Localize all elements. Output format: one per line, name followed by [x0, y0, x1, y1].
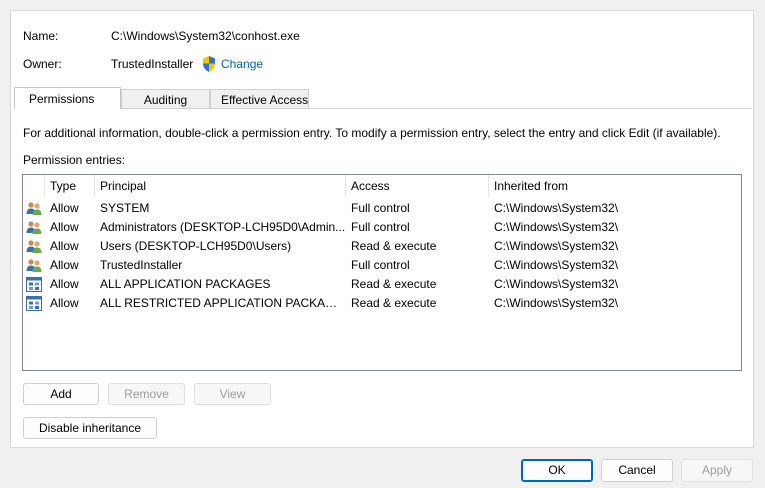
inherited-from-cell: C:\Windows\System32\: [494, 239, 619, 253]
permission-entries-label: Permission entries:: [23, 153, 126, 167]
name-label: Name:: [23, 29, 59, 43]
access-cell: Full control: [351, 258, 410, 272]
tab-effective-access[interactable]: Effective Access: [210, 89, 309, 109]
tab-divider: [14, 108, 752, 109]
access-cell: Read & execute: [351, 277, 437, 291]
inherited-from-cell: C:\Windows\System32\: [494, 220, 619, 234]
type-cell: Allow: [50, 258, 79, 272]
permission-entries-list[interactable]: Type Principal Access Inherited from All…: [22, 174, 742, 371]
type-cell: Allow: [50, 201, 79, 215]
users-icon: [26, 239, 42, 254]
access-cell: Full control: [351, 220, 410, 234]
inherited-from-cell: C:\Windows\System32\: [494, 296, 619, 310]
access-cell: Read & execute: [351, 239, 437, 253]
change-owner-link[interactable]: Change: [221, 57, 263, 71]
principal-cell: Users (DESKTOP-LCH95D0\Users): [100, 239, 292, 253]
content-panel: Name: C:\Windows\System32\conhost.exe Ow…: [10, 10, 754, 448]
principal-cell: Administrators (DESKTOP-LCH95D0\Admin...: [100, 220, 346, 234]
view-button[interactable]: View: [194, 383, 271, 405]
access-cell: Full control: [351, 201, 410, 215]
table-row[interactable]: Allow Administrators (DESKTOP-LCH95D0\Adm…: [23, 218, 741, 237]
users-icon: [26, 258, 42, 273]
app-package-icon: [26, 277, 42, 292]
advanced-security-settings-window: Name: C:\Windows\System32\conhost.exe Ow…: [0, 0, 765, 488]
table-row[interactable]: Allow TrustedInstaller Full control C:\Wind…: [23, 256, 741, 275]
principal-cell: TrustedInstaller: [100, 258, 183, 272]
info-text: For additional information, double-click…: [23, 126, 721, 140]
principal-cell: ALL RESTRICTED APPLICATION PACKAGES: [100, 296, 346, 310]
list-rows: Allow SYSTEM Full control C:\Windows\System…: [23, 199, 741, 313]
owner-label: Owner:: [23, 57, 62, 71]
table-row[interactable]: Allow ALL APPLICATION PACKAGES Read & exec…: [23, 275, 741, 294]
list-header: Type Principal Access Inherited from: [23, 175, 741, 197]
principal-cell: ALL APPLICATION PACKAGES: [100, 277, 271, 291]
apply-button[interactable]: Apply: [681, 459, 753, 482]
name-value: C:\Windows\System32\conhost.exe: [111, 29, 300, 43]
remove-button[interactable]: Remove: [108, 383, 185, 405]
disable-inheritance-button[interactable]: Disable inheritance: [23, 417, 157, 439]
type-cell: Allow: [50, 277, 79, 291]
access-cell: Read & execute: [351, 296, 437, 310]
inherited-from-cell: C:\Windows\System32\: [494, 277, 619, 291]
inherited-from-cell: C:\Windows\System32\: [494, 258, 619, 272]
ok-button[interactable]: OK: [521, 459, 593, 482]
table-row[interactable]: Allow ALL RESTRICTED APPLICATION PACKAGES…: [23, 294, 741, 313]
cancel-button[interactable]: Cancel: [601, 459, 673, 482]
column-header-access[interactable]: Access: [346, 175, 489, 197]
table-row[interactable]: Allow Users (DESKTOP-LCH95D0\Users) Read &…: [23, 237, 741, 256]
tab-permissions[interactable]: Permissions: [14, 87, 121, 109]
type-cell: Allow: [50, 239, 79, 253]
principal-cell: SYSTEM: [100, 201, 150, 215]
uac-shield-icon: [202, 56, 216, 72]
column-header-type[interactable]: Type: [45, 175, 95, 197]
column-header-principal[interactable]: Principal: [95, 175, 346, 197]
table-row[interactable]: Allow SYSTEM Full control C:\Windows\System…: [23, 199, 741, 218]
tab-auditing[interactable]: Auditing: [121, 89, 210, 109]
column-header-inherited-from[interactable]: Inherited from: [489, 175, 741, 197]
type-cell: Allow: [50, 220, 79, 234]
inherited-from-cell: C:\Windows\System32\: [494, 201, 619, 215]
users-icon: [26, 220, 42, 235]
users-icon: [26, 201, 42, 216]
app-package-icon: [26, 296, 42, 311]
add-button[interactable]: Add: [23, 383, 99, 405]
type-cell: Allow: [50, 296, 79, 310]
owner-value: TrustedInstaller: [111, 57, 194, 71]
column-header-icon[interactable]: [23, 175, 45, 197]
tab-bar: Permissions Auditing Effective Access: [14, 87, 309, 109]
